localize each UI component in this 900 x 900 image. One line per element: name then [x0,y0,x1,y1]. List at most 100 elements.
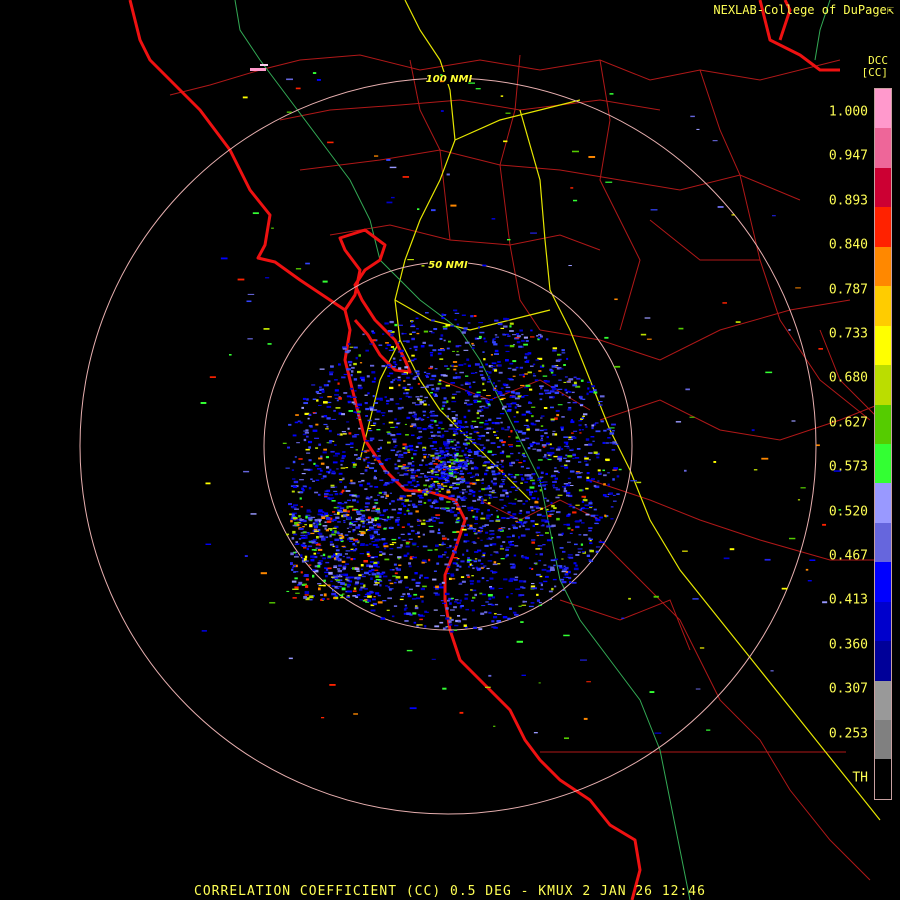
echo-pixel [311,516,316,519]
echo-pixel [342,555,345,558]
echo-pixel [480,612,485,615]
echo-pixel [363,560,368,563]
echo-pixel [593,508,597,511]
echo-pixel [463,453,467,456]
echo-pixel [539,553,543,556]
echo-pixel [328,429,332,433]
echo-pixel [568,265,572,267]
echo-pixel [252,212,259,215]
echo-pixel [588,502,593,505]
echo-pixel [298,458,303,460]
echo-pixel [550,559,556,562]
echo-pixel [397,407,402,410]
echo-pixel [504,344,510,347]
echo-pixel [341,376,346,379]
echo-pixel [420,587,425,591]
color-scale-swatch [875,483,891,523]
echo-pixel [531,406,536,408]
echo-pixel [379,446,382,450]
echo-pixel [484,611,488,614]
echo-pixel [392,569,395,571]
echo-pixel [352,529,356,531]
echo-pixel [572,384,578,387]
echo-pixel [520,482,523,484]
echo-pixel [416,582,421,584]
echo-pixel [585,463,589,466]
echo-pixel [263,328,270,330]
echo-pixel [563,565,566,567]
echo-pixel [449,454,453,457]
echo-pixel [517,395,522,398]
echo-pixel [518,462,523,464]
echo-pixel [391,500,395,503]
echo-pixel [306,511,312,513]
echo-pixel [333,513,337,515]
echo-pixel [474,523,478,525]
echo-pixel [402,386,407,390]
echo-pixel [406,465,410,467]
echo-pixel [381,412,386,414]
echo-pixel [550,501,553,505]
external-link-icon[interactable]: ⇱ [887,3,894,17]
echo-pixel [584,457,589,460]
echo-pixel [430,431,434,433]
echo-pixel [398,508,402,511]
echo-pixel [410,484,414,486]
echo-pixel [314,542,318,544]
echo-pixel [422,453,427,456]
echo-pixel [345,490,351,492]
echo-pixel [526,359,530,361]
echo-pixel [563,487,567,490]
echo-pixel [321,717,325,719]
echo-pixel [294,556,299,558]
echo-pixel [380,617,386,620]
echo-pixel [304,432,309,434]
echo-pixel [313,552,317,555]
echo-pixel [382,423,385,425]
echo-pixel [574,543,578,546]
echo-pixel [572,511,577,514]
echo-pixel [464,463,468,465]
echo-pixel [431,319,435,322]
echo-pixel [453,462,456,465]
echo-pixel [327,380,331,383]
echo-pixel [453,309,458,312]
echo-pixel [471,609,475,612]
echo-pixel [386,609,390,611]
echo-pixel [410,320,413,323]
echo-pixel [307,545,313,548]
echo-pixel [490,466,494,469]
echo-pixel [449,439,453,441]
echo-pixel [314,555,318,559]
echo-pixel [444,563,449,566]
echo-pixel [320,594,323,596]
echo-pixel [598,404,603,406]
echo-pixel [539,489,542,492]
echo-pixel [381,552,386,556]
echo-pixel [428,344,433,347]
echo-pixel [521,413,526,416]
echo-pixel [340,582,345,585]
echo-pixel [339,594,344,597]
echo-pixel [563,381,567,383]
echo-pixel [332,511,336,513]
echo-pixel [699,647,705,649]
echo-pixel [323,401,328,404]
echo-pixel [416,469,421,472]
echo-pixel [336,587,340,590]
echo-pixel [404,389,410,391]
echo-pixel [317,513,321,516]
echo-pixel [305,560,309,562]
echo-pixel [437,382,442,385]
echo-pixel [295,87,301,90]
echo-pixel [524,516,530,520]
echo-pixel [329,534,332,538]
echo-pixel [346,586,350,588]
echo-pixel [523,336,529,339]
echo-pixel [514,545,519,547]
echo-pixel [529,493,532,496]
color-scale-tick-label: 0.627 [828,415,868,431]
echo-pixel [489,577,494,580]
echo-pixel [602,469,605,472]
echo-pixel [496,536,501,539]
